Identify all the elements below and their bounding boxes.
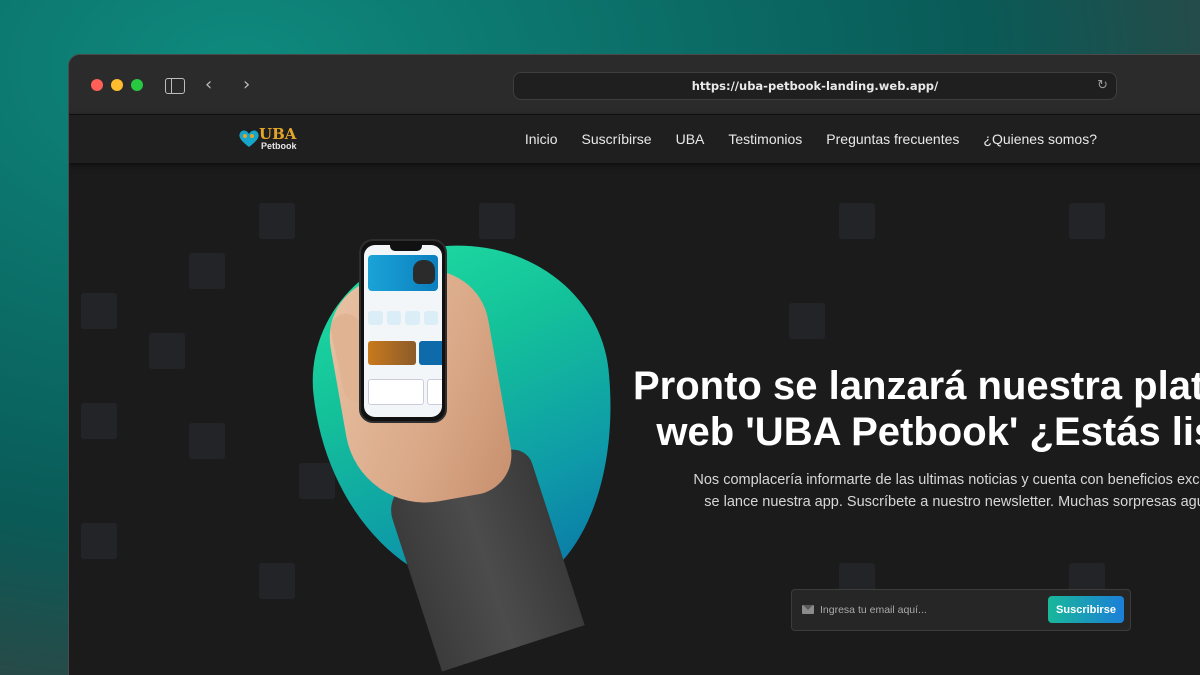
dog-image	[413, 260, 435, 284]
paw-heart-icon	[239, 130, 259, 147]
app-chip	[368, 311, 383, 325]
bg-square	[299, 463, 335, 499]
bg-square	[189, 253, 225, 289]
app-info-card	[427, 379, 442, 405]
reload-icon[interactable]: ↻	[1097, 73, 1108, 99]
forward-arrow-icon[interactable]: ›	[243, 73, 250, 97]
phone-screen	[364, 245, 442, 417]
phone-notch	[390, 245, 422, 251]
subscribe-button[interactable]: Suscribirse	[1048, 596, 1124, 623]
sidebar-toggle-icon[interactable]	[165, 78, 185, 94]
nav-link-about[interactable]: ¿Quienes somos?	[983, 131, 1097, 147]
nav-link-suscribirse[interactable]: Suscríbirse	[582, 131, 652, 147]
hero-subtitle-line1: Nos complacería informarte de las ultima…	[693, 472, 1200, 488]
bg-square	[479, 203, 515, 239]
app-chip	[386, 311, 401, 325]
minimize-window-button[interactable]	[111, 79, 123, 91]
nav-links: Inicio Suscríbirse UBA Testimonios Pregu…	[525, 115, 1097, 163]
browser-titlebar: ‹ › https://uba-petbook-landing.web.app/…	[69, 55, 1200, 115]
phone-mockup	[359, 239, 447, 423]
app-category-row	[368, 311, 438, 325]
hero-headline: Pronto se lanzará nuestra platafo web 'U…	[633, 363, 1200, 455]
bg-square	[81, 403, 117, 439]
hero-headline-line1: Pronto se lanzará nuestra platafo	[633, 364, 1200, 408]
bg-square	[189, 423, 225, 459]
address-bar[interactable]: https://uba-petbook-landing.web.app/ ↻	[513, 72, 1117, 100]
bg-square	[1069, 203, 1105, 239]
bg-square	[839, 203, 875, 239]
email-input[interactable]	[820, 598, 1040, 622]
app-banner	[368, 255, 438, 291]
app-card	[419, 341, 442, 365]
app-info-card	[368, 379, 424, 405]
bg-square	[789, 303, 825, 339]
mail-icon	[802, 605, 814, 614]
logo-petbook-text: Petbook	[261, 141, 297, 151]
app-card	[368, 341, 416, 365]
site-navbar: UBA Petbook Inicio Suscríbirse UBA Testi…	[69, 115, 1200, 163]
bg-square	[259, 563, 295, 599]
bg-square	[81, 523, 117, 559]
url-text: https://uba-petbook-landing.web.app/	[691, 79, 939, 93]
site-logo[interactable]: UBA Petbook	[237, 125, 307, 153]
bg-square	[259, 203, 295, 239]
bg-square	[81, 293, 117, 329]
close-window-button[interactable]	[91, 79, 103, 91]
newsletter-form: Suscribirse	[791, 589, 1131, 631]
hero-section: Pronto se lanzará nuestra platafo web 'U…	[69, 163, 1200, 675]
bg-square	[149, 333, 185, 369]
app-chip	[423, 311, 438, 325]
nav-link-inicio[interactable]: Inicio	[525, 131, 558, 147]
browser-window: ‹ › https://uba-petbook-landing.web.app/…	[68, 54, 1200, 675]
nav-link-faq[interactable]: Preguntas frecuentes	[826, 131, 959, 147]
back-arrow-icon[interactable]: ‹	[205, 73, 212, 97]
maximize-window-button[interactable]	[131, 79, 143, 91]
hero-subtitle: Nos complacería informarte de las ultima…	[655, 469, 1200, 513]
nav-link-testimonios[interactable]: Testimonios	[728, 131, 802, 147]
app-chip	[405, 311, 420, 325]
nav-link-uba[interactable]: UBA	[676, 131, 705, 147]
hero-subtitle-line2: se lance nuestra app. Suscríbete a nuest…	[704, 494, 1200, 510]
hero-headline-line2: web 'UBA Petbook' ¿Estás list	[656, 410, 1200, 454]
